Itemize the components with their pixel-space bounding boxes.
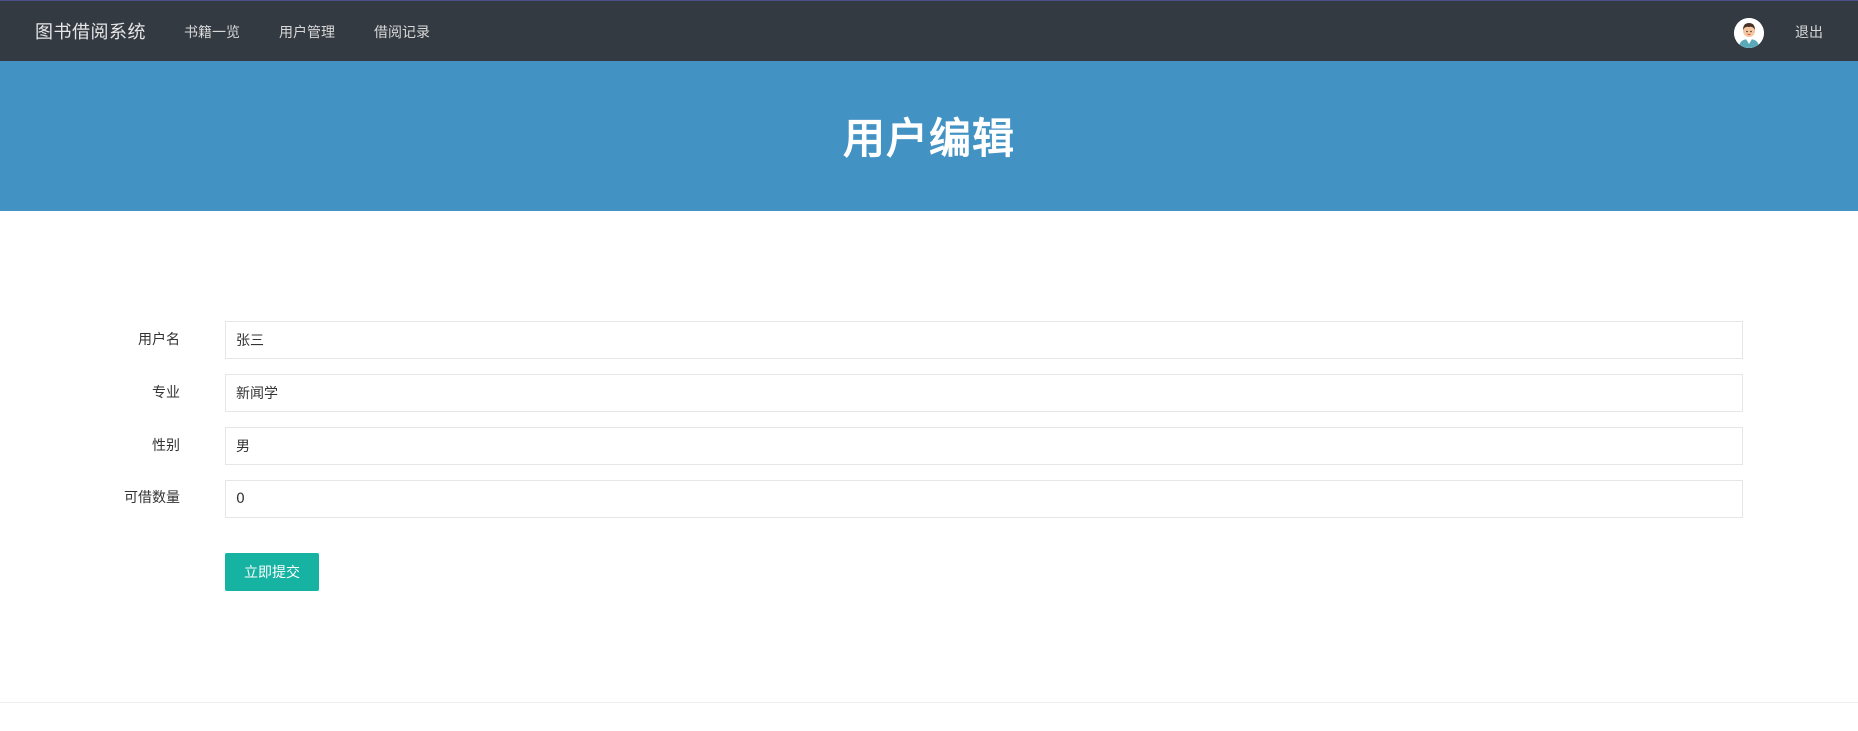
main-nav: 书籍一览 用户管理 借阅记录 <box>184 22 430 42</box>
borrow-limit-label: 可借数量 <box>124 490 180 506</box>
username-label: 用户名 <box>138 332 180 348</box>
form-row-major: 专业 <box>0 374 1858 412</box>
page-title: 用户编辑 <box>842 114 1015 163</box>
logout-link[interactable]: 退出 <box>1795 22 1823 42</box>
form-row-gender: 性别 <box>0 427 1858 465</box>
top-navbar: 图书借阅系统 书籍一览 用户管理 借阅记录 退出 <box>0 0 1858 61</box>
app-brand[interactable]: 图书借阅系统 <box>35 18 146 44</box>
submit-button[interactable]: 立即提交 <box>225 553 319 591</box>
gender-input[interactable] <box>225 427 1743 465</box>
page-banner: 用户编辑 <box>0 61 1858 211</box>
major-label: 专业 <box>152 385 180 401</box>
footer-divider <box>0 702 1858 703</box>
nav-item-borrow-records[interactable]: 借阅记录 <box>374 22 430 42</box>
borrow-limit-input[interactable] <box>225 480 1743 518</box>
form-row-username: 用户名 <box>0 321 1858 359</box>
user-avatar-icon[interactable] <box>1734 18 1764 48</box>
nav-item-users[interactable]: 用户管理 <box>279 22 335 42</box>
username-input[interactable] <box>225 321 1743 359</box>
form-row-borrow-limit: 可借数量 <box>0 480 1858 518</box>
major-input[interactable] <box>225 374 1743 412</box>
nav-item-books[interactable]: 书籍一览 <box>184 22 240 42</box>
gender-label: 性别 <box>152 438 180 454</box>
